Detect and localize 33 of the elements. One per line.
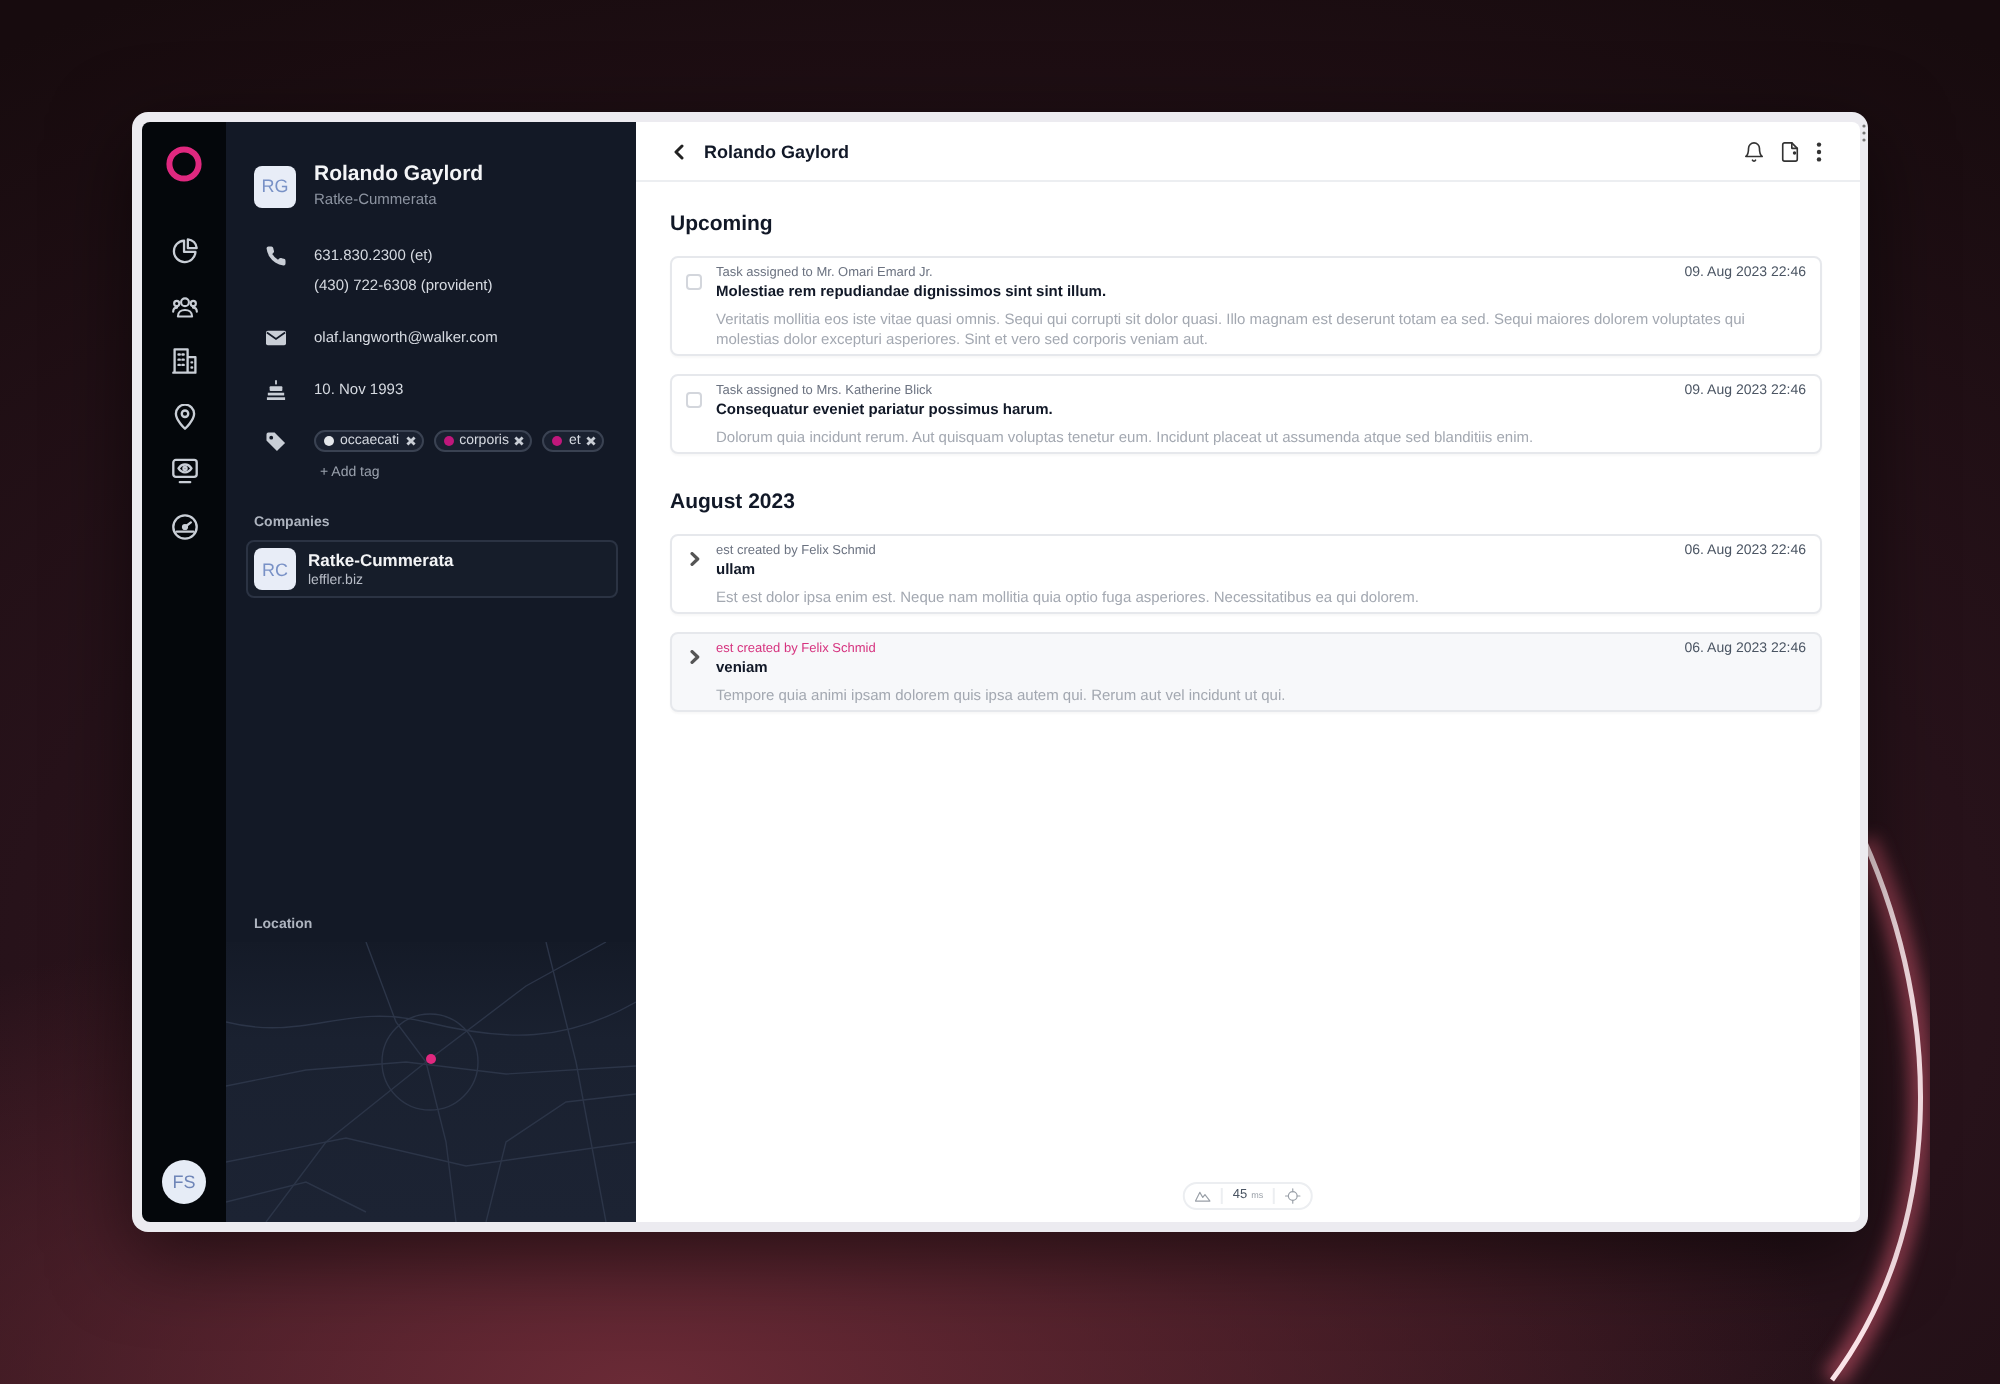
- gauge-icon[interactable]: [171, 513, 197, 539]
- logo-ring-icon[interactable]: [166, 146, 202, 182]
- phone-icon: [266, 245, 286, 265]
- section-title: Upcoming: [670, 210, 775, 238]
- close-icon[interactable]: [586, 436, 597, 446]
- chevron-icon[interactable]: [689, 650, 699, 664]
- more-icon[interactable]: [1816, 141, 1822, 161]
- contact-name: Rolando Gaylord: [314, 162, 484, 188]
- mail-icon: [266, 327, 286, 347]
- monitor-eye-icon[interactable]: [171, 458, 197, 484]
- section-title: August 2023: [670, 488, 797, 516]
- close-icon[interactable]: [405, 436, 416, 446]
- pie-chart-icon[interactable]: [171, 238, 197, 264]
- mountain-icon[interactable]: [1194, 1188, 1211, 1204]
- building-icon[interactable]: [171, 348, 197, 374]
- chevron-left-icon[interactable]: [672, 143, 686, 159]
- tag-icon: [266, 431, 286, 451]
- bell-icon[interactable]: [1744, 141, 1764, 161]
- document-icon[interactable]: [1780, 141, 1800, 161]
- map-pin-icon: [426, 1054, 436, 1064]
- close-icon[interactable]: [514, 436, 525, 446]
- cake-icon: [266, 379, 286, 399]
- location-pin-icon[interactable]: [171, 403, 197, 429]
- people-icon[interactable]: [171, 293, 197, 319]
- contact-avatar: RG: [254, 165, 296, 207]
- feed-card[interactable]: [670, 374, 1822, 454]
- task-checkbox[interactable]: [686, 274, 702, 290]
- chevron-icon[interactable]: [689, 552, 699, 566]
- page-title: Rolando Gaylord: [704, 141, 850, 161]
- feed-card[interactable]: [670, 256, 1822, 356]
- company-name: Ratke-Cummerata: [308, 549, 454, 571]
- company-avatar: RC: [254, 548, 296, 590]
- task-checkbox[interactable]: [686, 392, 702, 408]
